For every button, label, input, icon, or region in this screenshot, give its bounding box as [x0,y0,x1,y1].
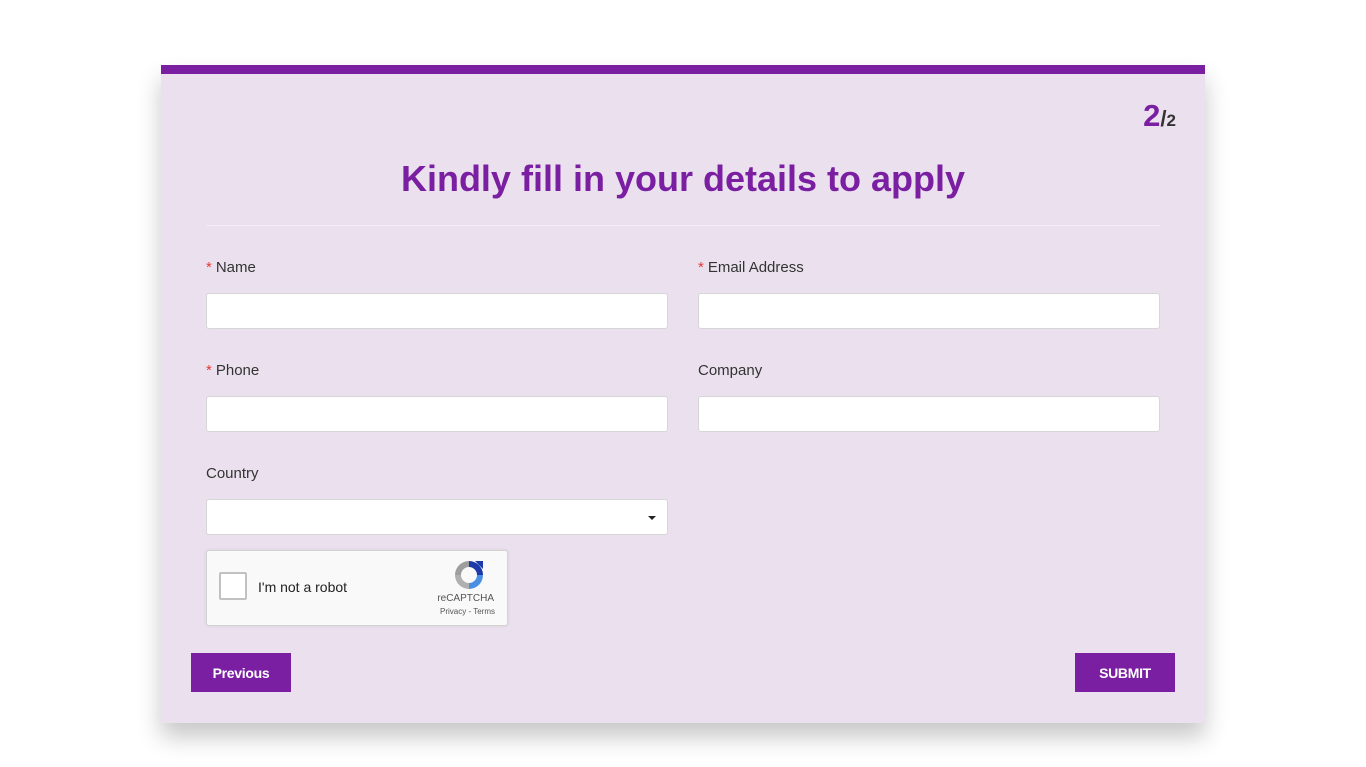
name-field-group: * Name [206,258,668,329]
country-field-group: Country [206,464,668,535]
recaptcha-logo-icon [455,561,483,589]
title-divider [206,225,1160,226]
caret-down-icon [648,516,656,520]
country-select[interactable] [206,499,668,535]
recaptcha-widget: I'm not a robot reCAPTCHA Privacy - Term… [206,550,508,626]
phone-label: * Phone [206,362,260,379]
required-asterisk: * [698,259,704,276]
email-field-group: * Email Address [698,258,1160,329]
step-total: 2 [1166,111,1176,130]
company-input[interactable] [698,396,1160,432]
country-select-value[interactable] [206,499,668,535]
required-asterisk: * [206,362,212,379]
form-title: Kindly fill in your details to apply [400,158,966,199]
recaptcha-checkbox[interactable] [219,572,247,600]
step-indicator: 2/2 [1143,98,1176,134]
company-field-group: Company [698,361,1160,432]
recaptcha-label: I'm not a robot [258,579,348,595]
recaptcha-brand: reCAPTCHA [437,593,494,604]
submit-button[interactable]: SUBMIT [1075,653,1175,692]
previous-button[interactable]: Previous [191,653,291,692]
email-input[interactable] [698,293,1160,329]
phone-field-group: * Phone [206,361,668,432]
country-label: Country [206,465,259,482]
name-input[interactable] [206,293,668,329]
phone-input[interactable] [206,396,668,432]
application-form-card: 2/2 Kindly fill in your details to apply… [161,65,1205,723]
name-label: * Name [206,259,256,276]
recaptcha-links[interactable]: Privacy - Terms [440,607,495,616]
company-label: Company [698,362,763,379]
required-asterisk: * [206,259,212,276]
step-current: 2 [1143,98,1161,133]
email-label: * Email Address [698,259,804,276]
